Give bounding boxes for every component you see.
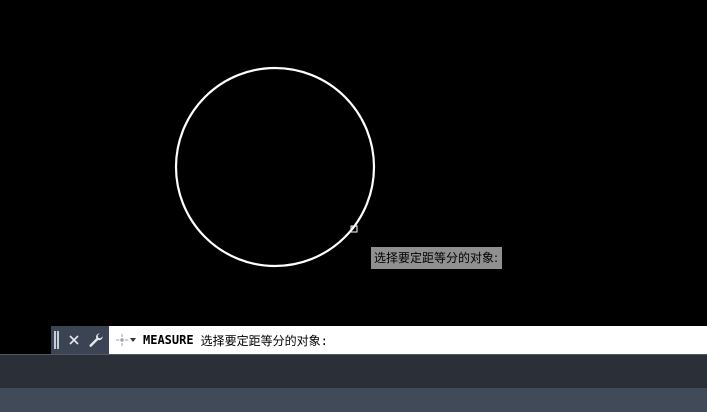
command-line-tools <box>51 326 109 354</box>
command-line: MEASURE 选择要定距等分的对象: <box>51 326 707 354</box>
close-command-line-button[interactable] <box>64 329 84 351</box>
autocad-window: 选择要定距等分的对象: MEASURE 选择要定距等分的对象: <box>0 0 707 412</box>
command-prompt-icon <box>116 334 136 346</box>
wrench-icon <box>89 333 103 347</box>
drag-handle-icon[interactable] <box>54 330 60 350</box>
close-icon <box>69 335 79 345</box>
recent-commands-dropdown[interactable] <box>115 333 137 347</box>
drawing-canvas[interactable]: 选择要定距等分的对象: <box>0 0 707 326</box>
cursor-tooltip: 选择要定距等分的对象: <box>371 247 503 269</box>
command-name: MEASURE <box>143 333 194 347</box>
drawn-circle[interactable] <box>174 66 376 268</box>
drawing-svg <box>174 66 376 268</box>
layout-tabs-bar <box>0 354 707 388</box>
command-prompt: 选择要定距等分的对象: <box>200 333 328 348</box>
customize-button[interactable] <box>86 329 106 351</box>
status-bar <box>0 388 707 412</box>
command-input[interactable]: MEASURE 选择要定距等分的对象: <box>109 326 707 354</box>
